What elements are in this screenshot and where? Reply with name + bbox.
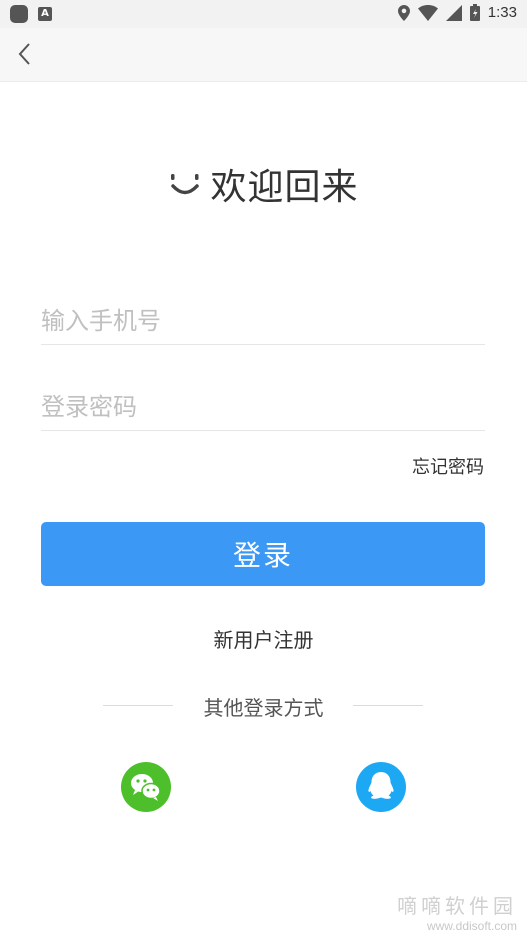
smile-icon [171, 174, 200, 195]
wechat-icon [131, 774, 161, 801]
welcome-heading: 欢迎回来 [0, 158, 527, 210]
welcome-title: 欢迎回来 [210, 167, 359, 208]
qq-login-button[interactable] [356, 762, 406, 812]
password-input[interactable] [41, 383, 485, 430]
watermark-url: www.ddisoft.com [426, 919, 517, 933]
back-button[interactable] [12, 40, 42, 70]
app-icon [10, 5, 28, 23]
watermark: 嘀嘀软件园 www.ddisoft.com [397, 890, 517, 933]
wechat-login-button[interactable] [121, 762, 171, 812]
register-link[interactable]: 新用户注册 [0, 624, 527, 653]
qq-icon [368, 772, 394, 799]
a-notification-icon: A [38, 7, 52, 21]
header-bar [0, 28, 527, 82]
status-bar: A 1:33 [0, 0, 527, 28]
other-login-divider: 其他登录方式 [0, 690, 527, 720]
location-icon [397, 4, 410, 21]
phone-field [41, 297, 485, 345]
login-button[interactable]: 登录 [41, 522, 485, 586]
password-field [41, 383, 485, 431]
signal-icon [445, 4, 462, 21]
status-bar-right: 1:33 [397, 4, 517, 21]
other-login-label: 其他登录方式 [203, 696, 324, 720]
divider-line-right [353, 705, 423, 706]
phone-input[interactable] [41, 297, 485, 344]
chevron-left-icon [18, 43, 30, 65]
forgot-password-link[interactable]: 忘记密码 [412, 453, 484, 479]
status-bar-left: A [10, 5, 52, 23]
wifi-icon [417, 4, 438, 21]
watermark-title: 嘀嘀软件园 [397, 894, 517, 918]
status-time: 1:33 [487, 4, 517, 21]
battery-icon [469, 4, 480, 21]
